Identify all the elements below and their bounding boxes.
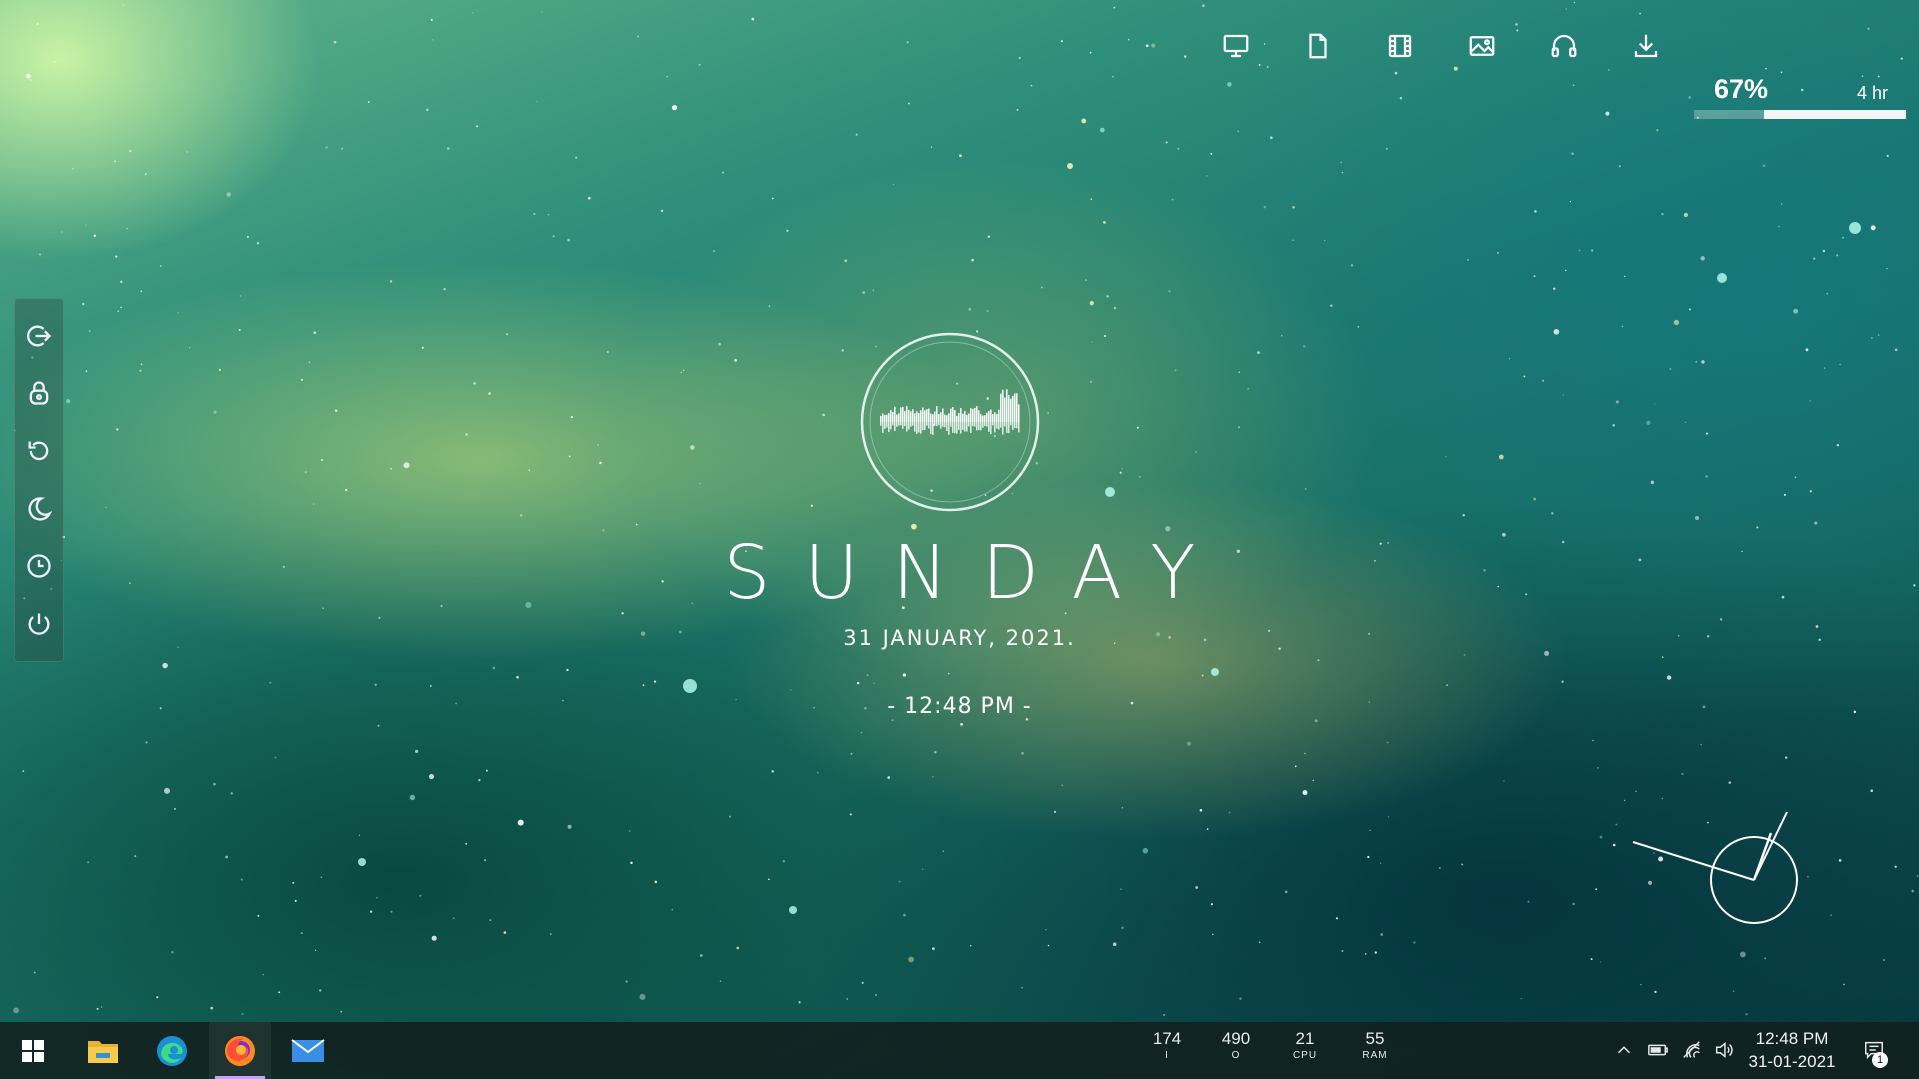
file-explorer-icon [88,1040,118,1063]
sleep-icon [28,497,53,521]
cpu-value: 21 [1295,1029,1315,1048]
tray-battery-button[interactable] [1644,1036,1672,1064]
top-shortcut-bar [1218,28,1664,64]
desktop-wallpaper: 67% 4 hr SUNDAY 31 JANUARY, 2021. - 12:4… [0,0,1919,1079]
ram-stat: 55 RAM [1350,1028,1400,1062]
ram-value: 55 [1365,1029,1385,1048]
net-out-stat: 490 O [1211,1028,1261,1062]
tray-overflow-button[interactable] [1610,1036,1638,1064]
day-name: SUNDAY [723,530,1230,616]
monitor-icon[interactable] [1218,28,1254,64]
net-in-value: 174 [1152,1029,1182,1048]
taskbar: 174 I 490 O 21 CPU 55 RAM 12:48 PM 31-01… [0,1022,1919,1079]
speaker-icon [1715,1042,1733,1058]
image-icon[interactable] [1464,28,1500,64]
notification-count-badge: 1 [1872,1052,1888,1068]
wifi-icon [1683,1041,1700,1058]
tray-volume-button[interactable] [1710,1036,1738,1064]
net-in-stat: 174 I [1142,1028,1192,1062]
sleep-button[interactable] [22,492,56,526]
film-icon[interactable] [1382,28,1418,64]
tray-network-button[interactable] [1678,1036,1706,1064]
cpu-label: CPU [1292,1050,1318,1061]
restart-button[interactable] [22,434,56,468]
net-out-value: 490 [1221,1029,1251,1048]
audio-visualizer [860,332,1040,512]
tray-clock-time[interactable]: 12:48 PM [1740,1028,1844,1050]
sign-out-button[interactable] [22,319,56,353]
sign-out-icon [27,325,52,347]
download-icon[interactable] [1628,28,1664,64]
cpu-stat: 21 CPU [1280,1028,1330,1062]
battery-icon [1648,1044,1668,1056]
net-out-label: O [1231,1050,1241,1061]
file-explorer-button[interactable] [72,1022,134,1079]
start-button[interactable] [2,1022,64,1079]
time-text: - 12:48 PM - [887,694,1032,719]
headphones-icon[interactable] [1546,28,1582,64]
analog-clock [1632,811,1798,924]
net-in-label: I [1165,1050,1169,1061]
chevron-up-icon [1617,1046,1631,1054]
battery-bar-fill [1764,110,1906,119]
restart-icon [28,441,49,461]
windows-logo-icon [22,1039,44,1062]
battery-bar [1694,110,1906,119]
tray-clock-date[interactable]: 31-01-2021 [1740,1051,1844,1073]
mail-button[interactable] [277,1022,339,1079]
lock-button[interactable] [22,376,56,410]
document-icon[interactable] [1300,28,1336,64]
mail-icon [291,1038,325,1062]
battery-percent: 67% [1714,74,1769,104]
firefox-button[interactable] [209,1022,271,1079]
edge-button[interactable] [141,1022,203,1079]
lock-icon [29,381,49,406]
date-text: 31 JANUARY, 2021. [843,626,1076,650]
battery-time-remaining: 4 hr [1856,83,1888,103]
edge-icon [157,1035,187,1066]
ram-label: RAM [1362,1050,1388,1061]
firefox-icon [225,1035,255,1066]
